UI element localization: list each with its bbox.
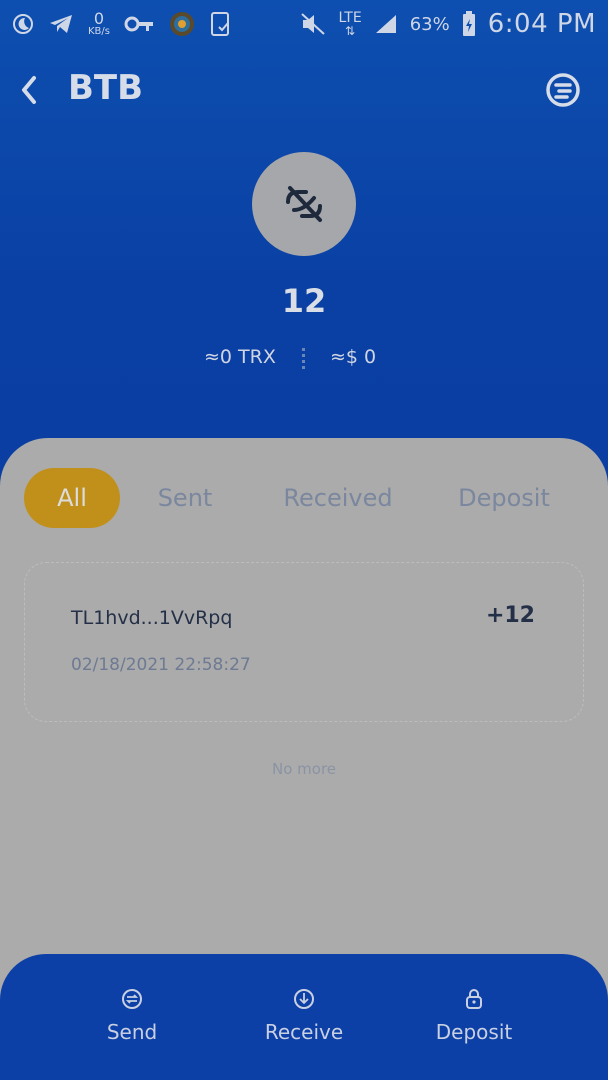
filter-tabs: All Sent Received Deposit bbox=[24, 468, 584, 528]
tab-all[interactable]: All bbox=[24, 468, 120, 528]
swap-icon bbox=[122, 989, 142, 1009]
tab-sent[interactable]: Sent bbox=[142, 468, 228, 528]
send-button[interactable]: Send bbox=[62, 988, 202, 1058]
chevron-left-icon bbox=[22, 76, 36, 104]
transaction-address: TL1hvd...1VvRpq bbox=[71, 607, 233, 629]
tab-received[interactable]: Received bbox=[274, 468, 402, 528]
network-type: LTE ⇅ bbox=[338, 10, 362, 38]
lock-icon bbox=[466, 989, 482, 1009]
clock: 6:04 PM bbox=[487, 9, 596, 39]
data-speed-indicator: 0 KB/s bbox=[88, 9, 110, 37]
transaction-amount: +12 bbox=[485, 603, 535, 628]
menu-circle-icon bbox=[546, 73, 580, 107]
telegram-icon bbox=[48, 13, 74, 35]
back-button[interactable] bbox=[14, 70, 44, 110]
screenshot-icon bbox=[210, 11, 232, 37]
trx-value: ≈0 TRX bbox=[204, 346, 276, 368]
transaction-datetime: 02/18/2021 22:58:27 bbox=[71, 655, 251, 675]
value-separator bbox=[302, 348, 305, 372]
fiat-values: ≈0 TRX ≈$ 0 bbox=[0, 346, 608, 376]
page-title: BTB bbox=[68, 68, 144, 108]
action-bar: Send Receive Deposit bbox=[0, 954, 608, 1080]
signal-icon bbox=[374, 13, 398, 35]
crossed-chain-icon bbox=[286, 186, 322, 222]
status-bar: 0 KB/s LTE ⇅ 63% 6:04 PM bbox=[0, 0, 608, 48]
list-end-label: No more bbox=[271, 760, 337, 778]
deposit-label: Deposit bbox=[435, 1020, 513, 1044]
usd-value: ≈$ 0 bbox=[330, 346, 377, 368]
moon-icon bbox=[12, 13, 34, 35]
download-icon bbox=[294, 989, 314, 1009]
tab-deposit[interactable]: Deposit bbox=[448, 468, 560, 528]
token-balance: 12 bbox=[281, 282, 327, 320]
key-icon bbox=[124, 15, 154, 33]
wallet-header: 0 KB/s LTE ⇅ 63% 6:04 PM BTB 12 ≈0 TRX ≈… bbox=[0, 0, 608, 500]
top-bar: BTB bbox=[0, 60, 608, 120]
token-logo bbox=[252, 152, 356, 256]
battery-percent: 63% bbox=[409, 13, 450, 35]
deposit-button[interactable]: Deposit bbox=[404, 988, 544, 1058]
app-notification-icon bbox=[168, 10, 196, 38]
transaction-item[interactable]: TL1hvd...1VvRpq +12 02/18/2021 22:58:27 bbox=[24, 562, 584, 722]
menu-button[interactable] bbox=[545, 72, 581, 108]
battery-charging-icon bbox=[462, 11, 476, 37]
mute-icon bbox=[300, 12, 326, 36]
receive-button[interactable]: Receive bbox=[234, 988, 374, 1058]
send-label: Send bbox=[106, 1020, 158, 1044]
receive-label: Receive bbox=[264, 1020, 344, 1044]
